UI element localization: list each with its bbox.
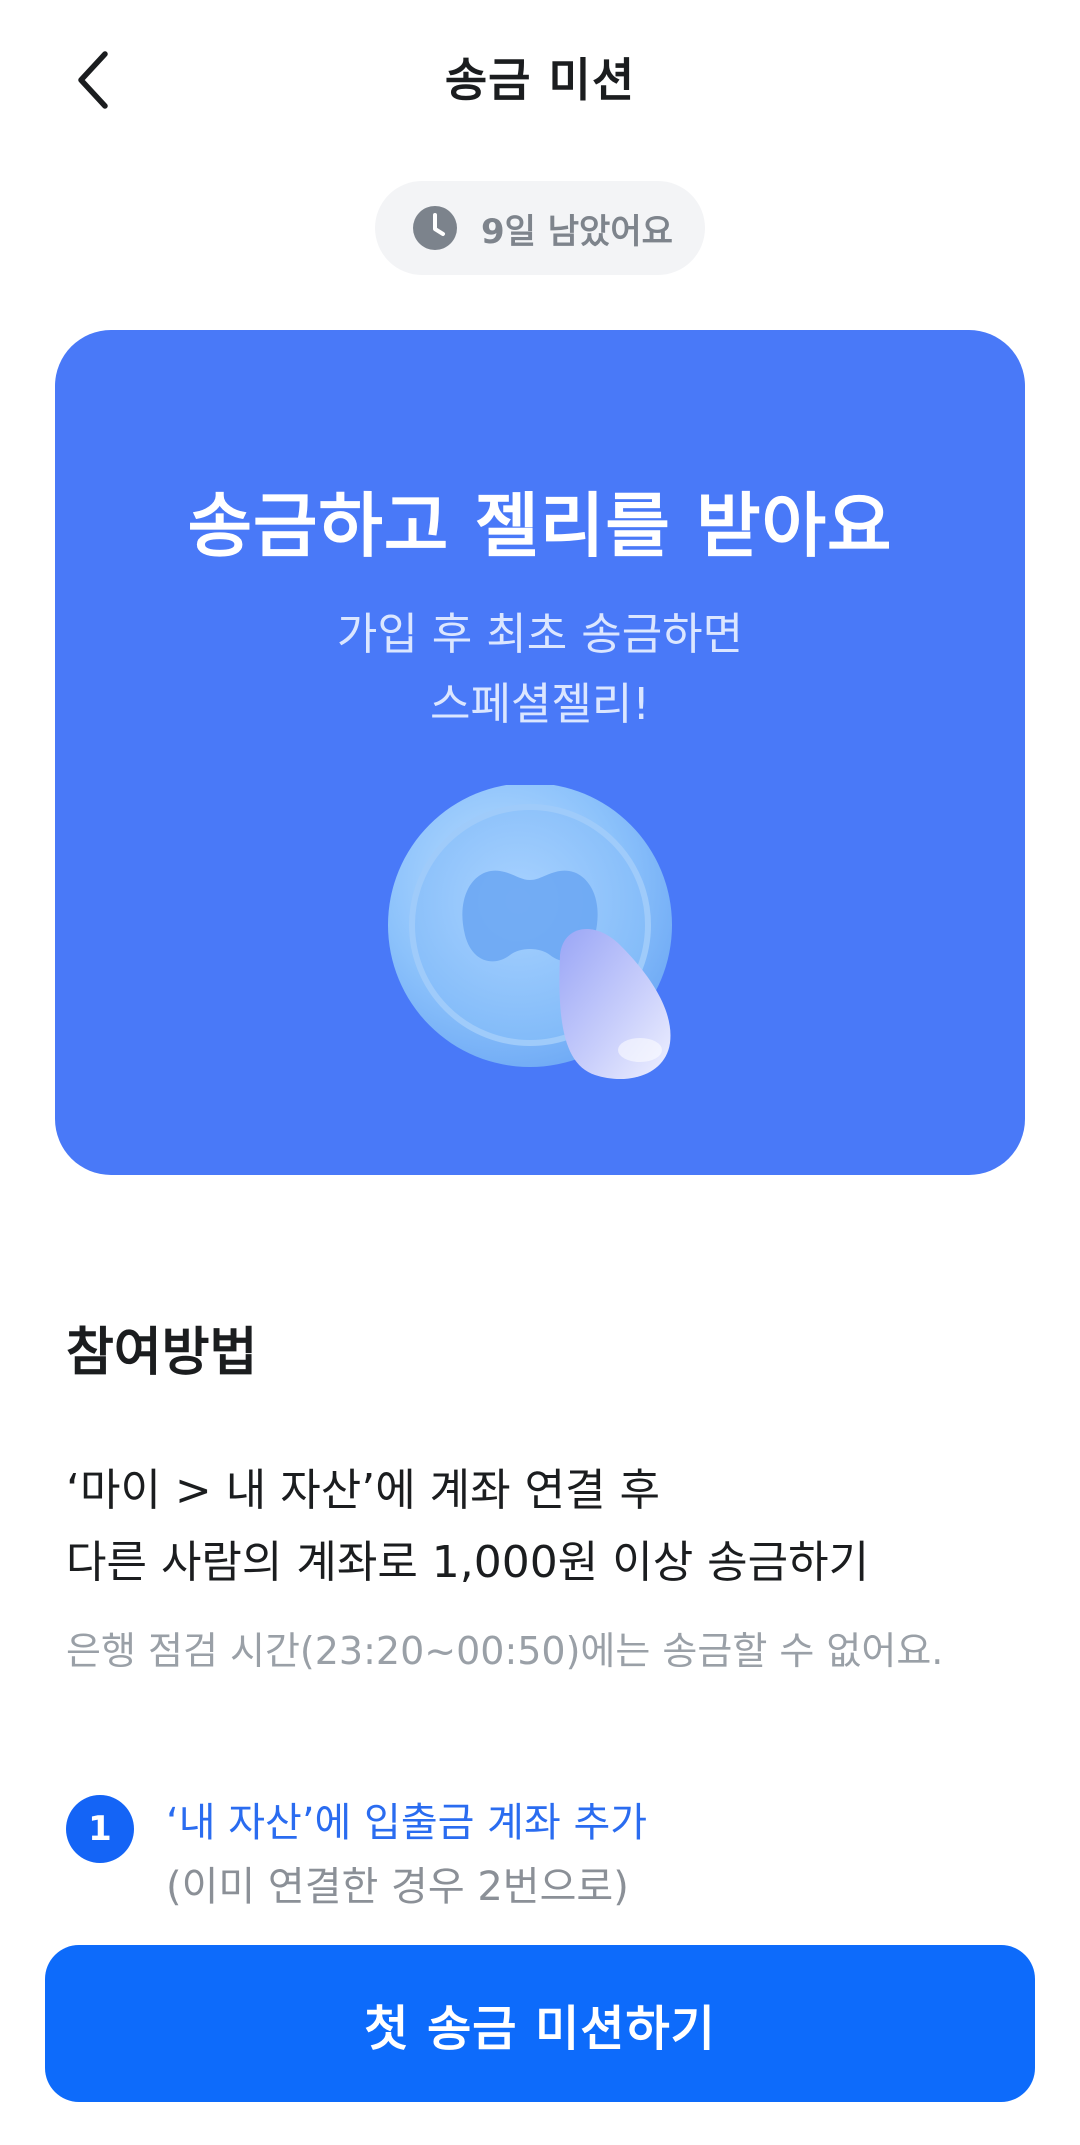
mission-hero-card: 송금하고 젤리를 받아요 가입 후 최초 송금하면 스페셜젤리! (55, 330, 1025, 1175)
remaining-days-text: 9일 남았어요 (481, 211, 673, 252)
step-hint: (이미 연결한 경우 2번으로) (166, 1864, 629, 1910)
how-to-description: ‘마이 > 내 자산’에 계좌 연결 후 다른 사람의 계좌로 1,000원 이… (66, 1455, 869, 1599)
clock-icon (413, 206, 457, 250)
how-to-description-line1: ‘마이 > 내 자산’에 계좌 연결 후 (66, 1465, 661, 1516)
bank-maintenance-note: 은행 점검 시간(23:20~00:50)에는 송금할 수 없어요. (66, 1629, 944, 1673)
step-link[interactable]: ‘내 자산’에 입출금 계좌 추가 (166, 1790, 647, 1848)
hero-subtitle-line2: 스페셜젤리! (429, 679, 651, 730)
page-title: 송금 미션 (444, 53, 636, 107)
hero-title: 송금하고 젤리를 받아요 (187, 485, 893, 567)
hero-subtitle: 가입 후 최초 송금하면 스페셜젤리! (55, 600, 1025, 740)
remaining-days-badge: 9일 남았어요 (375, 181, 705, 275)
start-mission-button[interactable]: 첫 송금 미션하기 (45, 1945, 1035, 2102)
header: 송금 미션 (0, 0, 1080, 150)
step-number-badge: 1 (66, 1795, 134, 1863)
how-to-description-line2: 다른 사람의 계좌로 1,000원 이상 송금하기 (66, 1537, 870, 1588)
jelly-coin-illustration (388, 785, 672, 1080)
hero-subtitle-line1: 가입 후 최초 송금하면 (336, 609, 744, 660)
how-to-title: 참여방법 (66, 1323, 258, 1383)
